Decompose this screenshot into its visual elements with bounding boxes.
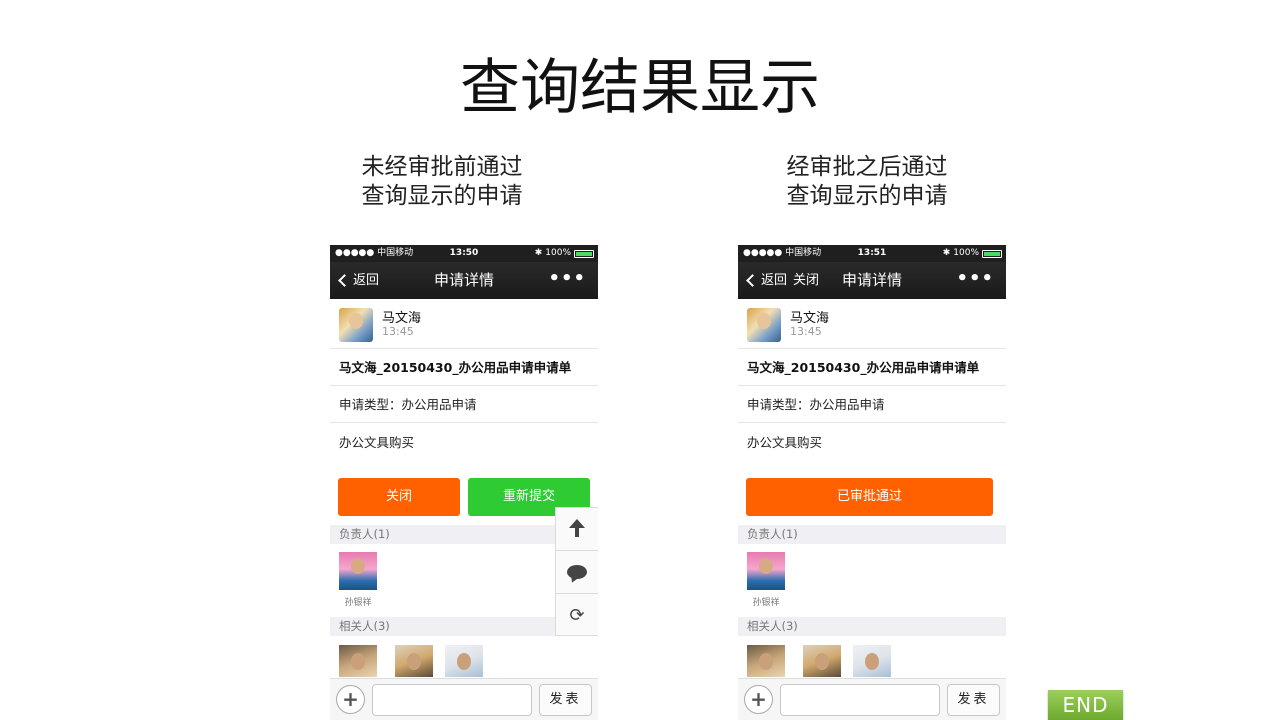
application-type: 申请类型：办公用品申请	[330, 386, 598, 423]
back-button[interactable]: 返回	[746, 262, 787, 299]
back-label: 返回	[353, 273, 380, 288]
related-person[interactable]	[445, 645, 483, 677]
arrow-up-icon	[569, 519, 585, 537]
bluetooth-icon: ✱	[942, 248, 951, 258]
status-bar: ●●●●● 中国移动 13:50 ✱ 100%	[330, 245, 598, 262]
avatar[interactable]	[339, 308, 373, 342]
applicant-row: 马文海 13:45	[330, 299, 598, 349]
refresh-button[interactable]: ⟳	[556, 594, 598, 637]
applicant-time: 13:45	[382, 325, 414, 338]
related-person[interactable]	[395, 645, 433, 677]
related-person[interactable]	[747, 645, 785, 677]
left-caption: 未经审批前通过 查询显示的申请	[312, 153, 572, 211]
avatar[interactable]	[747, 308, 781, 342]
nav-bar: 返回 申请详情 •••	[330, 262, 598, 299]
bluetooth-icon: ✱	[534, 248, 543, 258]
right-caption-line1: 经审批之后通过	[786, 154, 948, 180]
left-caption-line2: 查询显示的申请	[361, 183, 523, 209]
comment-input[interactable]	[372, 684, 532, 716]
avatar	[339, 645, 377, 677]
status-right: ✱ 100%	[535, 245, 594, 262]
chevron-left-icon	[338, 274, 351, 287]
status-bar: ●●●●● 中国移动 13:51 ✱ 100%	[738, 245, 1006, 262]
application-description: 办公文具购买	[747, 435, 823, 450]
owner-person[interactable]: 孙银祥	[339, 552, 377, 608]
avatar	[803, 645, 841, 677]
battery-icon	[982, 249, 1002, 258]
right-caption-line2: 查询显示的申请	[786, 183, 948, 209]
end-button[interactable]: END	[1048, 690, 1123, 720]
owner-name: 孙银祥	[344, 598, 372, 608]
battery-icon	[574, 249, 594, 258]
comment-button[interactable]	[556, 551, 598, 594]
close-button[interactable]: 关闭	[338, 478, 460, 516]
application-description: 办公文具购买	[339, 435, 415, 450]
avatar	[747, 552, 785, 590]
application-type: 申请类型：办公用品申请	[738, 386, 1006, 423]
avatar	[395, 645, 433, 677]
avatar	[445, 645, 483, 677]
nav-close-button[interactable]: 关闭	[793, 262, 819, 299]
status-right: ✱ 100%	[943, 245, 1002, 262]
owner-person[interactable]: 孙银祥	[747, 552, 785, 608]
avatar	[853, 645, 891, 677]
applicant-name: 马文海	[790, 311, 830, 326]
add-button[interactable]: +	[744, 685, 773, 714]
refresh-icon: ⟳	[569, 605, 585, 626]
applicant-time: 13:45	[790, 325, 822, 338]
right-caption: 经审批之后通过 查询显示的申请	[737, 153, 997, 211]
comment-input[interactable]	[780, 684, 940, 716]
avatar	[339, 552, 377, 590]
form-title: 马文海_20150430_办公用品申请申请单	[330, 349, 598, 386]
battery-percent: 100%	[545, 248, 571, 258]
back-label: 返回	[761, 273, 788, 288]
related-person[interactable]	[803, 645, 841, 677]
related-section-header: 相关人(3)	[738, 617, 1006, 636]
related-person[interactable]	[339, 645, 377, 677]
avatar	[747, 645, 785, 677]
left-caption-line1: 未经审批前通过	[361, 154, 523, 180]
battery-percent: 100%	[953, 248, 979, 258]
related-person[interactable]	[853, 645, 891, 677]
more-button[interactable]: •••	[956, 262, 994, 295]
owner-section-header: 负责人(1)	[738, 525, 1006, 544]
applicant-row: 马文海 13:45	[738, 299, 1006, 349]
chevron-left-icon	[746, 274, 759, 287]
floating-toolbar: ⟳	[555, 507, 598, 636]
comment-icon	[567, 565, 587, 579]
form-title: 马文海_20150430_办公用品申请申请单	[738, 349, 1006, 386]
scroll-top-button[interactable]	[556, 508, 598, 551]
back-button[interactable]: 返回	[338, 262, 379, 299]
left-phone-screenshot: ●●●●● 中国移动 13:50 ✱ 100% 返回 申请详情 ••• 马文海 …	[330, 245, 598, 720]
send-button[interactable]: 发表	[539, 684, 592, 716]
nav-bar: 返回 关闭 申请详情 •••	[738, 262, 1006, 299]
applicant-name: 马文海	[382, 311, 422, 326]
comment-bar: + 发表	[738, 678, 1006, 720]
approved-status-button[interactable]: 已审批通过	[746, 478, 993, 516]
owner-name: 孙银祥	[752, 598, 780, 608]
more-button[interactable]: •••	[548, 262, 586, 295]
add-button[interactable]: +	[336, 685, 365, 714]
send-button[interactable]: 发表	[947, 684, 1000, 716]
slide-title: 查询结果显示	[460, 53, 820, 123]
comment-bar: + 发表	[330, 678, 598, 720]
right-phone-screenshot: ●●●●● 中国移动 13:51 ✱ 100% 返回 关闭 申请详情 ••• 马…	[738, 245, 1006, 720]
